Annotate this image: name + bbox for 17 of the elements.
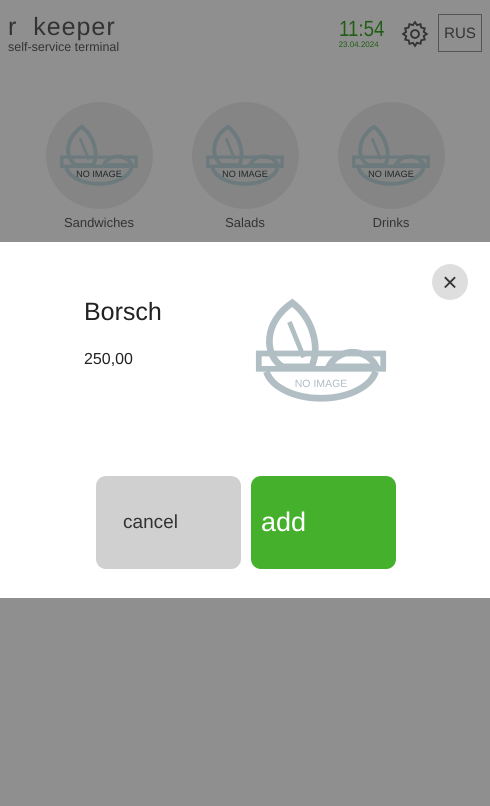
language-button[interactable]: RUS xyxy=(438,14,482,52)
category-tile[interactable]: NO IMAGE xyxy=(192,102,298,209)
category-tile[interactable]: NO IMAGE xyxy=(338,102,444,209)
clock-date: 23.04.2024 xyxy=(338,40,380,49)
clock-time: 11:54 xyxy=(338,18,384,40)
close-button[interactable]: × xyxy=(432,264,468,300)
add-button[interactable]: add xyxy=(251,476,396,569)
logo: r keeper xyxy=(8,14,117,40)
subtitle: self-service terminal xyxy=(8,40,120,54)
product-name: Borsch xyxy=(84,298,163,327)
category-label[interactable]: Sandwiches xyxy=(64,215,134,230)
category-tile[interactable]: NO IMAGE xyxy=(46,102,152,209)
settings-icon[interactable] xyxy=(400,19,430,49)
category-label[interactable]: Salads xyxy=(225,215,265,230)
cancel-button[interactable]: cancel xyxy=(96,476,241,569)
category-label[interactable]: Drinks xyxy=(372,215,410,230)
product-price: 250,00 xyxy=(84,351,134,369)
